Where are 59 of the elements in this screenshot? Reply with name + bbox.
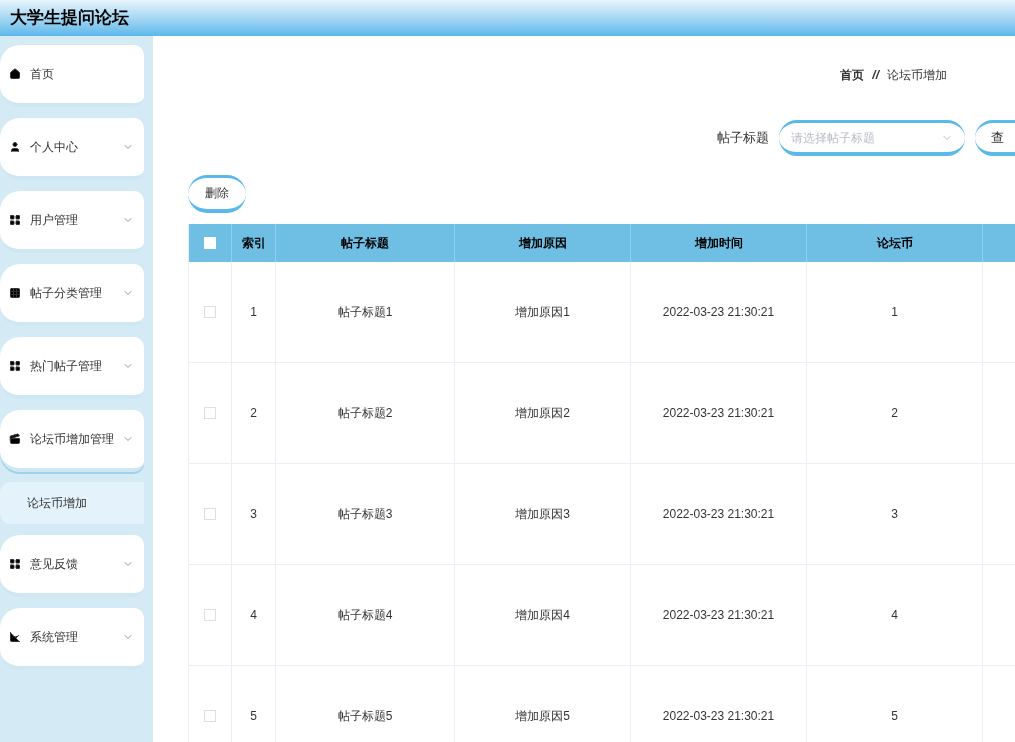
column-header: 增加时间	[631, 224, 807, 262]
breadcrumb-link[interactable]: 首页	[840, 65, 865, 84]
field-label: 帖子标题	[717, 129, 769, 148]
table-cell-text: 3	[891, 506, 898, 523]
table-cell-text: 增加原因1	[515, 304, 570, 321]
checkbox[interactable]	[204, 508, 216, 520]
grid-icon	[9, 558, 21, 570]
table-cell-text: 1	[891, 304, 898, 321]
table-cell-text: 2022-03-23 21:30:21	[662, 607, 775, 624]
user-icon	[9, 141, 21, 153]
table-cell-text: 4	[891, 607, 898, 624]
menu-item[interactable]: 论坛币增加管理	[0, 410, 144, 472]
grid-icon	[9, 214, 21, 226]
table-cell-text: 5	[250, 708, 257, 725]
grid-icon	[9, 287, 21, 299]
table-cell-text: 1	[250, 304, 257, 321]
table-cell-text: 2022-03-23 21:30:21	[662, 405, 775, 422]
checkbox[interactable]	[204, 710, 216, 722]
table-cell-text: 2022-03-23 21:30:21	[662, 506, 775, 523]
menu-item[interactable]: 帖子分类管理	[0, 264, 144, 326]
table-cell-text: 帖子标题1	[337, 304, 393, 321]
breadcrumb-current: 论坛币增加	[887, 66, 947, 84]
table-cell-text: 增加原因2	[515, 405, 570, 422]
menu-item[interactable]: 首页	[0, 45, 144, 107]
table-cell-text: 增加原因4	[515, 607, 570, 624]
menu-item[interactable]: 个人中心	[0, 118, 144, 180]
table-cell-text: 增加原因5	[515, 708, 570, 725]
checkbox[interactable]	[204, 407, 216, 419]
column-header: 论坛币	[807, 224, 983, 262]
submenu-item[interactable]: 论坛币增加	[0, 482, 144, 524]
clapperboard-icon	[9, 433, 21, 445]
table-cell-text: 2022-03-23 21:30:21	[662, 304, 775, 321]
home-icon	[9, 68, 21, 80]
table-cell-text: 4	[250, 607, 257, 624]
grid-icon	[9, 360, 21, 372]
menu-item[interactable]: 意见反馈	[0, 535, 144, 597]
table-cell-text: 2022-03-23 21:30:21	[662, 708, 775, 725]
table-cell-text: 2	[891, 405, 898, 422]
checkbox[interactable]	[204, 609, 216, 621]
column-header: 增加原因	[455, 224, 631, 262]
column-header: 索引	[232, 224, 276, 262]
menu-item[interactable]: 系统管理	[0, 608, 144, 670]
menu-item[interactable]: 热门帖子管理	[0, 337, 144, 399]
table-cell-text: 帖子标题5	[337, 708, 393, 725]
site-title: 大学生提问论坛	[10, 7, 129, 30]
column-header: 帖子标题	[276, 224, 455, 262]
table-cell-text: 帖子标题4	[337, 607, 393, 624]
table-cell-text: 帖子标题3	[337, 506, 393, 523]
table-cell-text: 帖子标题2	[337, 405, 393, 422]
table-cell-text: 增加原因3	[515, 506, 570, 523]
menu-item[interactable]: 用户管理	[0, 191, 144, 253]
delete-button[interactable]: 删除	[188, 174, 246, 213]
table-cell-text: 2	[250, 405, 257, 422]
table-cell-text: 3	[250, 506, 257, 523]
table-cell-text: 5	[891, 708, 898, 725]
checkbox[interactable]	[204, 306, 216, 318]
search-button[interactable]: 查	[975, 120, 1015, 156]
breadcrumb-separator: //	[872, 66, 879, 84]
chart-icon	[9, 631, 21, 643]
